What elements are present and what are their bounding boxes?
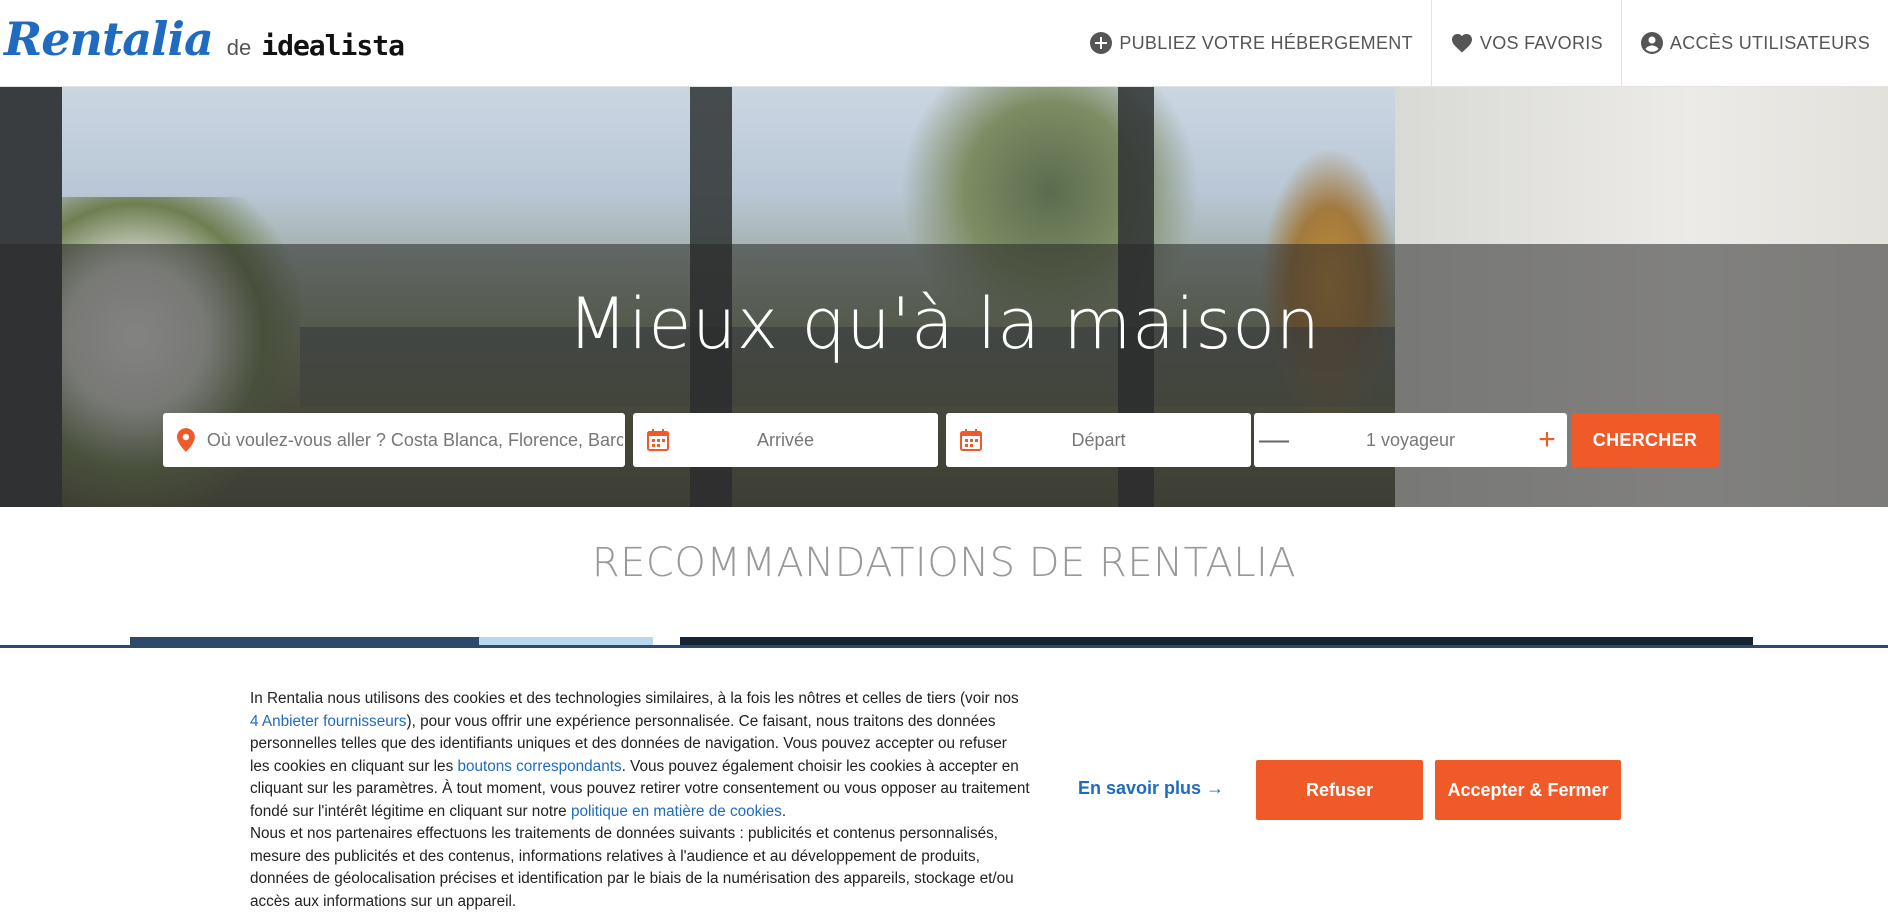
logo-partner-text: idealista (261, 29, 405, 62)
travelers-increase-button[interactable]: + (1527, 413, 1567, 467)
heart-icon (1451, 34, 1472, 53)
travelers-stepper: — 1 voyageur + (1254, 413, 1567, 467)
cookie-consent-banner: In Rentalia nous utilisons des cookies e… (0, 645, 1888, 915)
user-circle-icon (1640, 32, 1663, 54)
calendar-icon (647, 429, 669, 451)
arrival-date-field[interactable]: Arrivée (633, 413, 938, 467)
cookie-description: In Rentalia nous utilisons des cookies e… (250, 688, 1030, 913)
travelers-decrease-button[interactable]: — (1254, 413, 1294, 467)
nav-user-access[interactable]: ACCÈS UTILISATEURS (1620, 0, 1888, 86)
site-header: Rentalia de idealista PUBLIEZ VOTRE HÉBE… (0, 0, 1888, 87)
header-nav: PUBLIEZ VOTRE HÉBERGEMENT VOS FAVORIS AC… (1071, 0, 1888, 86)
map-pin-icon (177, 428, 195, 452)
destination-field[interactable] (163, 413, 625, 467)
logo-de-text: de (226, 35, 252, 60)
destination-input[interactable] (204, 428, 625, 452)
accept-close-button[interactable]: Accepter & Fermer (1435, 760, 1621, 820)
rentalia-logo[interactable]: Rentalia de idealista (4, 12, 405, 66)
buttons-link[interactable]: boutons correspondants (457, 758, 621, 775)
recommendations-title: RECOMMANDATIONS DE RENTALIA (591, 540, 1297, 586)
hero-title: Mieux qu'à la maison (567, 283, 1321, 365)
cookie-text-segment: . (781, 802, 787, 820)
vendors-link[interactable]: 4 Anbieter fournisseurs (250, 713, 406, 730)
departure-date-field[interactable]: Départ (946, 413, 1251, 467)
logo-wordmark: Rentalia (4, 12, 214, 66)
nav-favorites[interactable]: VOS FAVORIS (1430, 0, 1621, 86)
plus-circle-icon (1090, 32, 1113, 54)
cookie-processing-text: Nous et nos partenaires effectuons les t… (250, 825, 1014, 910)
learn-more-link[interactable]: En savoir plus → (1078, 778, 1224, 799)
search-button[interactable]: CHERCHER (1571, 413, 1719, 467)
nav-publish-listing[interactable]: PUBLIEZ VOTRE HÉBERGEMENT (1071, 0, 1431, 86)
nav-user-label: ACCÈS UTILISATEURS (1669, 32, 1870, 53)
nav-publish-label: PUBLIEZ VOTRE HÉBERGEMENT (1119, 32, 1413, 53)
cookie-policy-link[interactable]: politique en matière de cookies (571, 803, 782, 820)
departure-date-label: Départ (1071, 429, 1126, 450)
nav-favorites-label: VOS FAVORIS (1479, 32, 1603, 53)
calendar-icon (960, 429, 982, 451)
cookie-text-segment: In Rentalia nous utilisons des cookies e… (250, 690, 1019, 707)
refuse-button[interactable]: Refuser (1256, 760, 1423, 820)
arrival-date-label: Arrivée (756, 429, 814, 450)
travelers-count-label: 1 voyageur (1365, 429, 1456, 450)
